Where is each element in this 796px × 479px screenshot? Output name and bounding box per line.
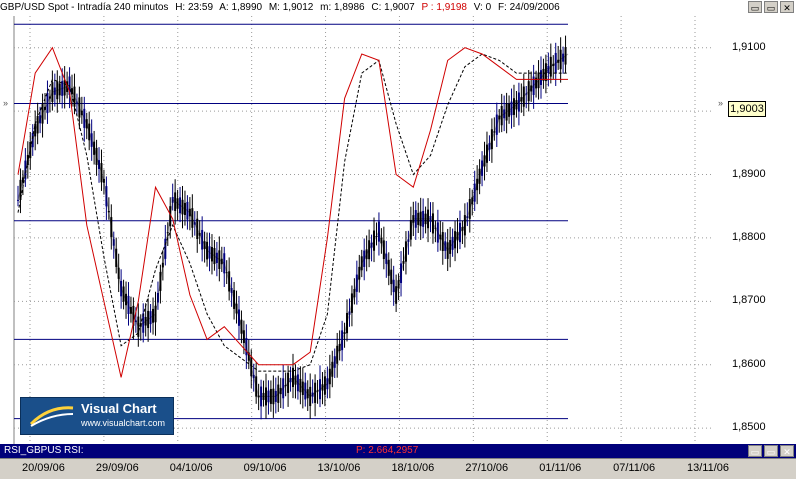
date-tick-label: 09/10/06 bbox=[243, 462, 287, 474]
plot-background bbox=[0, 16, 714, 444]
right-scroll-icon[interactable]: » bbox=[718, 98, 723, 108]
chart-header: GBP/USD Spot - Intradía 240 minutos H: 2… bbox=[0, 0, 796, 17]
logo-url: www.visualchart.com bbox=[81, 418, 166, 428]
rsi-p-value: P: 2.664,2957 bbox=[356, 445, 419, 456]
rsi-maximize-button[interactable]: ▭ bbox=[764, 445, 778, 457]
price-plot[interactable] bbox=[0, 16, 714, 444]
date-label: F: 24/09/2006 bbox=[497, 2, 560, 13]
date-tick-label: 07/11/06 bbox=[613, 462, 656, 474]
logo-name: Visual Chart bbox=[81, 401, 157, 416]
date-tick-label: 13/10/06 bbox=[317, 462, 361, 474]
price-tick-label: 1,8600 bbox=[732, 357, 766, 370]
rsi-panel-bar: RSI_GBPUS RSI: P: 2.664,2957 ▭ ▭ ✕ bbox=[0, 444, 796, 458]
symbol-label: GBP/USD Spot - Intradía 240 minutos bbox=[0, 2, 169, 13]
rsi-label: RSI_GBPUS RSI: bbox=[4, 445, 84, 456]
candle-body bbox=[17, 199, 19, 201]
window-controls: ▭ ▭ ✕ bbox=[748, 1, 794, 13]
date-tick-label: 18/10/06 bbox=[391, 462, 435, 474]
p-label: P : 1,9198 bbox=[421, 2, 467, 13]
price-axis: 1,91001,90001,89001,88001,87001,86001,85… bbox=[714, 16, 796, 444]
date-tick-label: 29/09/06 bbox=[95, 462, 139, 474]
visual-chart-logo: Visual Chart www.visualchart.com bbox=[20, 397, 174, 435]
date-tick-label: 27/10/06 bbox=[465, 462, 509, 474]
restore-window-button[interactable]: ▭ bbox=[748, 1, 762, 13]
price-tick-label: 1,8500 bbox=[732, 421, 766, 434]
date-tick-label: 20/09/06 bbox=[22, 462, 65, 474]
left-scroll-icon[interactable]: » bbox=[3, 98, 8, 108]
date-tick-label: 01/11/06 bbox=[539, 462, 582, 474]
date-tick-label: 04/10/06 bbox=[169, 462, 213, 474]
last-price-marker: 1,9003 bbox=[728, 101, 766, 118]
close-label: C: 1,9007 bbox=[371, 2, 415, 13]
rsi-restore-button[interactable]: ▭ bbox=[748, 445, 762, 457]
low-label: m: 1,8986 bbox=[320, 2, 365, 13]
close-window-button[interactable]: ✕ bbox=[780, 1, 794, 13]
price-tick-label: 1,8900 bbox=[732, 167, 766, 180]
price-tick-label: 1,8700 bbox=[732, 294, 766, 307]
maximize-window-button[interactable]: ▭ bbox=[764, 1, 778, 13]
price-tick-label: 1,9100 bbox=[732, 40, 766, 53]
chart-window: GBP/USD Spot - Intradía 240 minutos H: 2… bbox=[0, 0, 796, 479]
rsi-close-button[interactable]: ✕ bbox=[780, 445, 794, 457]
date-axis: 20/09/06 29/09/06 04/10/06 09/10/06 13/10/06… bbox=[0, 458, 796, 479]
time-label: H: 23:59 bbox=[175, 2, 214, 13]
price-tick-label: 1,8800 bbox=[732, 230, 766, 243]
volume-label: V: 0 bbox=[473, 2, 492, 13]
high-label: M: 1,9012 bbox=[268, 2, 314, 13]
date-tick-label: 13/11/06 bbox=[687, 462, 730, 474]
open-label: A: 1,8990 bbox=[219, 2, 263, 13]
logo-swoosh-icon bbox=[29, 406, 74, 427]
rsi-window-controls: ▭ ▭ ✕ bbox=[748, 445, 794, 457]
